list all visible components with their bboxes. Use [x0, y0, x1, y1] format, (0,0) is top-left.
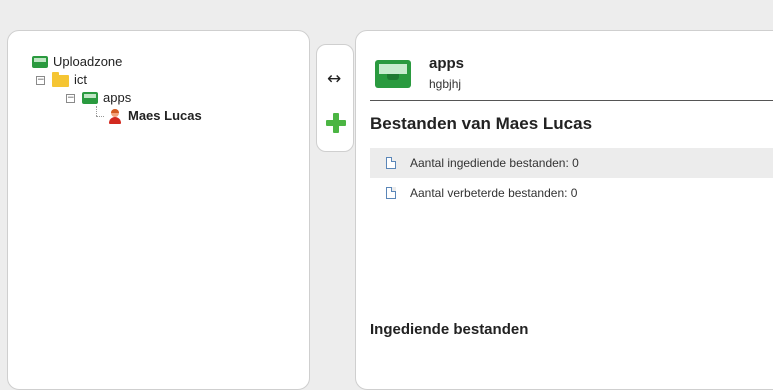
detail-panel: apps hgbjhj Bestanden van Maes Lucas Aan… [355, 30, 773, 390]
inbox-icon [375, 60, 411, 88]
folder-icon [52, 72, 69, 87]
inbox-icon [82, 92, 98, 104]
document-icon [386, 187, 396, 199]
side-tab-strip: ↔ [316, 44, 354, 152]
add-button[interactable] [317, 103, 353, 143]
tree-label-uploadzone: Uploadzone [53, 54, 123, 69]
list-item: Aantal verbeterde bestanden: 0 [370, 178, 773, 208]
plus-icon [326, 113, 346, 133]
tree-connector [96, 116, 104, 117]
tree-label-apps: apps [103, 90, 132, 105]
page-title: apps [429, 55, 465, 72]
swap-arrows-button[interactable]: ↔ [317, 55, 353, 95]
collapse-toggle-icon[interactable]: − [66, 94, 75, 103]
document-icon [386, 157, 396, 169]
list-item-label: Aantal ingediende bestanden: 0 [410, 156, 579, 170]
header-divider [370, 100, 773, 101]
list-item: Aantal ingediende bestanden: 0 [370, 148, 773, 178]
list-item-label: Aantal verbeterde bestanden: 0 [410, 186, 578, 200]
section-title-submitted: Ingediende bestanden [370, 321, 529, 338]
inbox-icon [32, 56, 48, 68]
tree-label-user: Maes Lucas [128, 108, 202, 123]
swap-arrows-icon: ↔ [327, 69, 342, 89]
user-icon [108, 109, 122, 125]
tree-panel: Uploadzone − ict − apps Maes Lucas [7, 30, 310, 390]
tree-label-ict: ict [74, 72, 87, 87]
section-title: Bestanden van Maes Lucas [370, 114, 593, 133]
page-subtitle: hgbjhj [429, 77, 462, 91]
collapse-toggle-icon[interactable]: − [36, 76, 45, 85]
tree-connector [96, 106, 97, 116]
